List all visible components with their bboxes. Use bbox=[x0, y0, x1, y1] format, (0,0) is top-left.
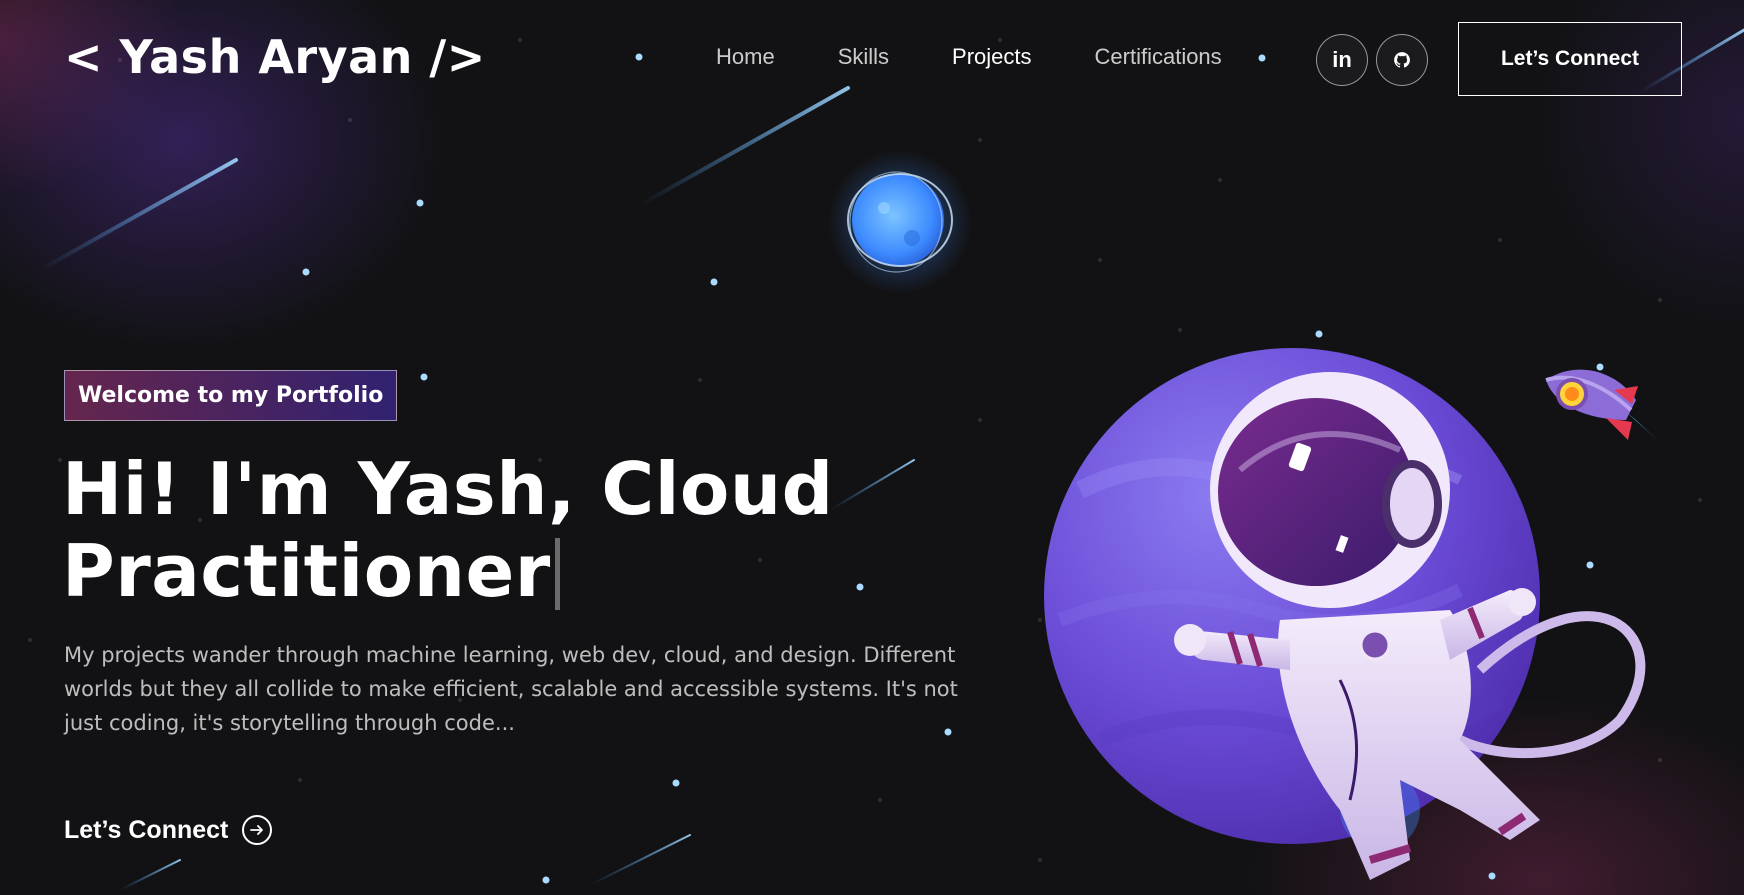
typing-caret bbox=[554, 538, 560, 610]
rocket-illustration bbox=[1545, 369, 1664, 446]
github-button[interactable] bbox=[1376, 34, 1428, 86]
nav-link-skills[interactable]: Skills bbox=[838, 44, 889, 70]
hero-headline-text: Hi! I'm Yash, Cloud Practitioner bbox=[62, 447, 834, 613]
hero-connect-link[interactable]: Let’s Connect bbox=[64, 815, 273, 845]
hero-connect-label: Let’s Connect bbox=[64, 815, 229, 844]
hero-intro-text: My projects wander through machine learn… bbox=[64, 643, 958, 735]
nav-link-home[interactable]: Home bbox=[716, 44, 775, 70]
arrow-right-circle-icon bbox=[242, 815, 273, 845]
nav-link-certifications[interactable]: Certifications bbox=[1095, 44, 1222, 70]
github-icon bbox=[1394, 52, 1410, 68]
blue-planet-illustration bbox=[828, 150, 972, 294]
site-logo[interactable]: < Yash Aryan /> bbox=[64, 30, 486, 84]
hero-headline: Hi! I'm Yash, Cloud Practitioner bbox=[62, 448, 962, 612]
linkedin-button[interactable]: in bbox=[1316, 34, 1368, 86]
nav-link-projects[interactable]: Projects bbox=[952, 44, 1031, 70]
linkedin-icon: in bbox=[1332, 47, 1352, 72]
welcome-tagline: Welcome to my Portfolio bbox=[64, 370, 398, 421]
lets-connect-button[interactable]: Let’s Connect bbox=[1458, 22, 1682, 96]
main-nav: Home Skills Projects Certifications bbox=[716, 44, 1285, 70]
